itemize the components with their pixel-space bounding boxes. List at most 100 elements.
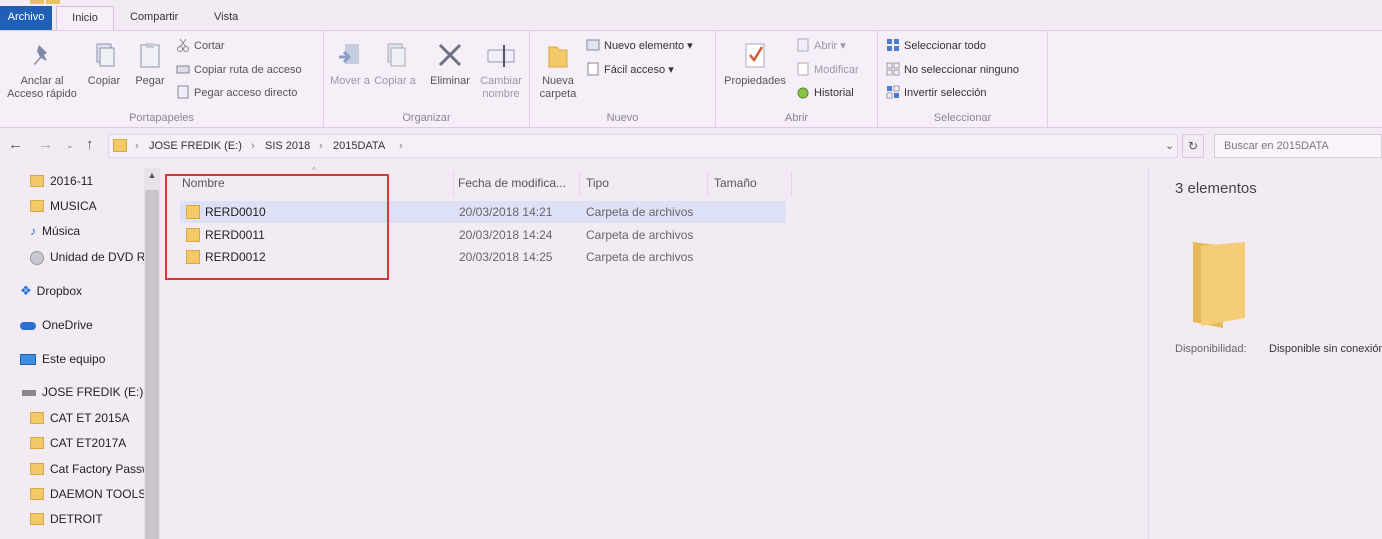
sidebar-item-label: CAT ET2017A	[50, 436, 127, 450]
file-type: Carpeta de archivos	[586, 250, 694, 264]
scrollbar-thumb[interactable]	[145, 190, 159, 539]
sidebar-item-este-equipo[interactable]: Este equipo	[20, 349, 144, 369]
navigation-pane: 2016-11 MUSICA ♪ Música Unidad de DVD RW …	[0, 168, 160, 539]
new-folder-button[interactable]: Nueva carpeta	[534, 41, 582, 101]
tab-archivo[interactable]: Archivo	[0, 6, 52, 30]
tab-inicio[interactable]: Inicio	[56, 6, 114, 30]
new-item-button[interactable]: Nuevo elemento ▾	[586, 37, 693, 55]
chevron-right-icon: ›	[399, 140, 403, 152]
sidebar-item-label: Cat Factory Password	[50, 462, 154, 476]
folder-icon	[113, 139, 127, 152]
paste-shortcut-button[interactable]: Pegar acceso directo	[176, 84, 297, 102]
history-icon	[796, 85, 810, 99]
new-item-label: Nuevo elemento	[604, 40, 685, 52]
breadcrumb-2015data[interactable]: 2015DATA	[333, 135, 385, 157]
file-date: 20/03/2018 14:24	[459, 228, 553, 242]
column-header-date[interactable]: Fecha de modifica...	[454, 172, 580, 196]
breadcrumb-drive[interactable]: JOSE FREDIK (E:)	[149, 135, 242, 157]
chevron-right-icon: ›	[251, 140, 255, 152]
availability-value: Disponible sin conexión	[1269, 343, 1382, 355]
dropbox-icon: ❖	[20, 283, 32, 298]
clipboard-group-label: Portapapeles	[129, 112, 194, 124]
column-header-size[interactable]: Tamaño	[710, 172, 792, 196]
sidebar-item-onedrive[interactable]: OneDrive	[20, 315, 144, 335]
open-group: Propiedades Abrir ▾ Modificar Historial …	[716, 31, 878, 128]
easy-access-button[interactable]: Fácil acceso ▾	[586, 61, 674, 79]
sidebar-item-label: Unidad de DVD RW	[50, 250, 154, 264]
easy-access-icon	[586, 62, 600, 76]
invert-selection-button[interactable]: Invertir selección	[886, 84, 987, 102]
new-group-label: Nuevo	[606, 112, 639, 124]
tab-compartir[interactable]: Compartir	[122, 6, 186, 30]
select-none-icon	[886, 62, 900, 76]
rename-label: Cambiar nombre	[480, 75, 522, 100]
sidebar-item-label: OneDrive	[42, 318, 93, 332]
refresh-icon[interactable]: ↻	[1182, 134, 1204, 158]
paste-shortcut-icon	[176, 85, 190, 99]
details-pane: 3 elementos Disponibilidad: Disponible s…	[1148, 168, 1382, 539]
properties-label: Propiedades	[724, 75, 786, 87]
ribbon: Anclar al Acceso rápido Copiar Pegar Cor…	[0, 30, 1382, 128]
copy-to-label: Copiar a	[374, 75, 416, 87]
delete-label: Eliminar	[430, 75, 470, 87]
paste-button[interactable]: Pegar	[130, 41, 170, 88]
address-bar[interactable]: › JOSE FREDIK (E:) › SIS 2018 › 2015DATA…	[108, 134, 1178, 158]
select-none-button[interactable]: No seleccionar ninguno	[886, 61, 1019, 79]
search-input[interactable]: Buscar en 2015DATA	[1214, 134, 1382, 158]
select-all-button[interactable]: Seleccionar todo	[886, 37, 986, 55]
scroll-up-icon[interactable]: ▲	[144, 170, 160, 180]
pin-quick-access-button[interactable]: Anclar al Acceso rápido	[2, 41, 82, 101]
chevron-right-icon: ›	[319, 140, 323, 152]
tab-vista[interactable]: Vista	[206, 6, 246, 30]
pin-icon	[27, 41, 57, 71]
sidebar-item-label: JOSE FREDIK (E:)	[42, 385, 144, 399]
cut-button[interactable]: Cortar	[176, 37, 225, 55]
copy-path-button[interactable]: Copiar ruta de acceso	[176, 61, 302, 79]
sidebar-item-cat-factory[interactable]: Cat Factory Password	[30, 459, 154, 479]
recent-chevron-icon[interactable]: ⌄	[66, 135, 74, 155]
sidebar-item-detroit[interactable]: DETROIT	[30, 509, 154, 529]
sidebar-item-dropbox[interactable]: ❖ Dropbox	[20, 281, 144, 301]
music-note-icon: ♪	[30, 224, 36, 238]
pin-label: Anclar al Acceso rápido	[7, 75, 77, 100]
sidebar-item-cat-et2017a[interactable]: CAT ET2017A	[30, 433, 154, 453]
file-date: 20/03/2018 14:25	[459, 250, 553, 264]
sidebar-item-dvd[interactable]: Unidad de DVD RW	[30, 247, 154, 267]
computer-icon	[20, 354, 36, 366]
properties-icon	[740, 41, 770, 71]
new-folder-icon	[543, 41, 573, 71]
forward-arrow-icon[interactable]: →	[38, 135, 53, 155]
quick-access-icon[interactable]	[30, 0, 44, 4]
sidebar-item-musica-library[interactable]: ♪ Música	[30, 221, 154, 241]
edit-button[interactable]: Modificar	[796, 61, 859, 79]
breadcrumb-sis2018[interactable]: SIS 2018	[265, 135, 310, 157]
delete-icon	[435, 41, 465, 71]
sidebar-item-cat-et-2015a[interactable]: CAT ET 2015A	[30, 408, 154, 428]
delete-button[interactable]: Eliminar	[426, 41, 474, 88]
back-arrow-icon[interactable]: ←	[8, 135, 23, 155]
onedrive-cloud-icon	[20, 321, 36, 330]
address-bar-row: ← → ⌄ ↑ › JOSE FREDIK (E:) › SIS 2018 › …	[0, 131, 1382, 159]
copy-to-button[interactable]: Copiar a	[374, 41, 416, 88]
quick-access-icon[interactable]	[46, 0, 60, 4]
sidebar-item-label: Este equipo	[42, 352, 106, 366]
move-to-button[interactable]: Mover a	[330, 41, 370, 88]
sidebar-item-drive-e[interactable]: JOSE FREDIK (E:)	[22, 382, 146, 402]
sidebar-item-musica-folder[interactable]: MUSICA	[30, 196, 154, 216]
open-button[interactable]: Abrir ▾	[796, 37, 846, 55]
sidebar-item-2016-11[interactable]: 2016-11	[30, 171, 154, 191]
properties-button[interactable]: Propiedades	[720, 41, 790, 88]
edit-icon	[796, 62, 810, 76]
history-button[interactable]: Historial	[796, 84, 854, 102]
sidebar-item-daemon-tools[interactable]: DAEMON TOOLS	[30, 484, 154, 504]
address-dropdown-icon[interactable]: ⌄	[1165, 135, 1174, 157]
rename-button[interactable]: Cambiar nombre	[476, 41, 526, 101]
copy-button[interactable]: Copiar	[84, 41, 124, 88]
sidebar-scrollbar[interactable]: ▲	[144, 168, 160, 539]
copy-path-icon	[176, 62, 190, 76]
up-arrow-icon[interactable]: ↑	[86, 135, 94, 155]
folder-icon	[30, 512, 44, 525]
column-header-type[interactable]: Tipo	[582, 172, 708, 196]
select-group-label: Seleccionar	[933, 112, 992, 124]
sidebar-item-label: MUSICA	[50, 199, 97, 213]
